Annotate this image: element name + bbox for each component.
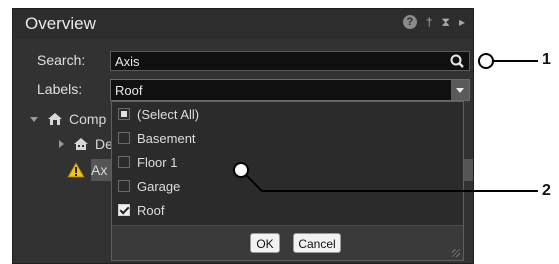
callout-number-2: 2 — [542, 182, 551, 199]
callout-number-1: 1 — [542, 51, 551, 68]
callout-2-marker — [233, 162, 249, 178]
callout-lines — [233, 53, 538, 192]
callout-1-marker — [478, 53, 494, 69]
callout-2-line — [245, 174, 538, 192]
